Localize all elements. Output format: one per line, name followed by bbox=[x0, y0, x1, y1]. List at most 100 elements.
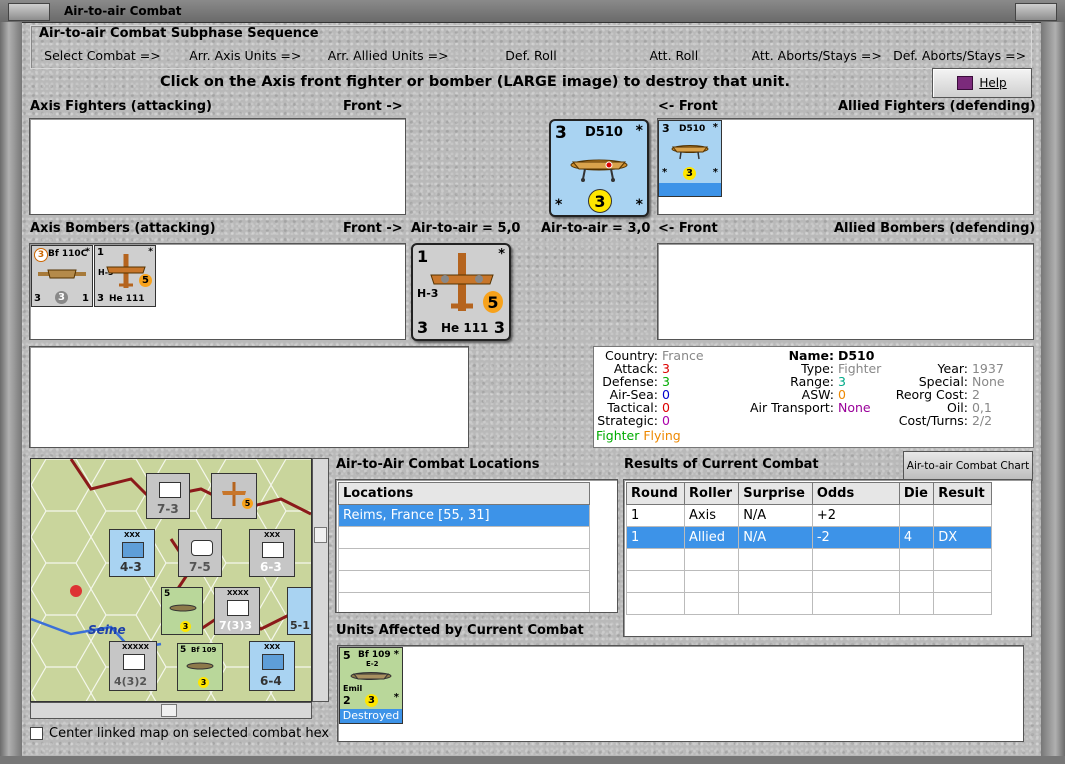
destroyed-status: Destroyed bbox=[340, 709, 402, 723]
air-transport-key: Air Transport: bbox=[749, 400, 834, 415]
counter-star: * bbox=[85, 247, 90, 257]
unit-info-panel: Country: France Attack: 3 Defense: 3 Air… bbox=[593, 346, 1034, 448]
counter-name: Bf 109 bbox=[358, 650, 391, 660]
counter-name: He 111 bbox=[109, 294, 145, 304]
counter-star-br: * bbox=[393, 692, 399, 703]
unit-strength: 4-3 bbox=[120, 560, 142, 574]
results-row[interactable] bbox=[625, 548, 992, 571]
results-header-round: Round bbox=[625, 482, 686, 505]
river-label: Seine bbox=[88, 623, 126, 637]
results-cell: -2 bbox=[811, 526, 900, 549]
axis-air-to-air-value: Air-to-air = 5,0 bbox=[411, 221, 521, 236]
step-att-roll: Att. Roll bbox=[649, 48, 699, 63]
counter-top-left: 5 bbox=[343, 649, 351, 662]
allied-fighter-counter-d510[interactable]: 3 D510 * * * 3 bbox=[658, 120, 722, 197]
window-frame-right bbox=[1041, 22, 1065, 764]
counter-selected-bar bbox=[659, 183, 721, 196]
results-row[interactable] bbox=[625, 570, 992, 593]
affected-units-box[interactable] bbox=[337, 645, 1024, 742]
unit-size: XXX bbox=[124, 531, 141, 539]
axis-fighters-box[interactable] bbox=[29, 118, 406, 215]
locations-title: Air-to-Air Combat Locations bbox=[336, 457, 540, 472]
map-air-unit-counter[interactable]: 5 3 bbox=[161, 587, 203, 635]
unit-size: XXXX bbox=[227, 589, 249, 597]
map-unit-counter[interactable]: 7-5 bbox=[178, 529, 222, 577]
map-unit-counter[interactable]: 7-3 bbox=[146, 473, 190, 519]
map-unit-counter[interactable]: XXXXX 4(3)2 bbox=[109, 641, 157, 691]
subphase-steps: Select Combat => Arr. Axis Units => Arr.… bbox=[31, 48, 1031, 63]
help-button[interactable]: Help bbox=[932, 68, 1032, 98]
window-frame-left bbox=[0, 22, 22, 764]
counter-star: * bbox=[498, 247, 505, 262]
window-control-button[interactable] bbox=[1015, 3, 1057, 21]
affected-unit-counter-bf109[interactable]: 5 Bf 109 E-2 * Emil 2 3 * Destroyed bbox=[339, 647, 403, 724]
step-att-aborts: Att. Aborts/Stays => bbox=[751, 48, 882, 63]
title-bar: Air-to-air Combat bbox=[0, 0, 1065, 23]
location-row[interactable] bbox=[338, 526, 590, 549]
map-unit-counter[interactable]: 5-1 bbox=[287, 587, 311, 635]
center-map-checkbox-row[interactable]: Center linked map on selected combat hex bbox=[30, 726, 329, 741]
strategic-key: Strategic: bbox=[597, 413, 658, 428]
infantry-symbol-icon bbox=[122, 542, 144, 558]
location-row[interactable] bbox=[338, 570, 590, 593]
cost-turns-value: 2/2 bbox=[971, 413, 993, 428]
axis-bomber-counter-bf110c[interactable]: 3 Bf 110C * 3 3 1 bbox=[31, 245, 93, 307]
location-row[interactable] bbox=[338, 592, 590, 612]
axis-bomber-counter-he111[interactable]: 1 * H-3 5 3 He 111 bbox=[94, 245, 156, 307]
map-unit-counter[interactable]: XXX 4-3 bbox=[109, 529, 155, 577]
step-def-roll: Def. Roll bbox=[505, 48, 557, 63]
counter-star-bl: * bbox=[662, 167, 668, 178]
allied-front-fighter-counter[interactable]: 3 D510 * * * 3 bbox=[549, 119, 649, 217]
counter-star: * bbox=[393, 649, 399, 660]
infantry-symbol-icon bbox=[159, 482, 181, 498]
fighter-plane-icon bbox=[169, 604, 197, 612]
map-air-unit-counter[interactable]: 5 bbox=[211, 473, 257, 519]
counter-label2: Emil bbox=[343, 684, 363, 693]
map-air-unit-counter[interactable]: 5 Bf 109 3 bbox=[177, 643, 223, 691]
map-unit-counter[interactable]: XXX 6-4 bbox=[249, 641, 295, 691]
results-header-roller: Roller bbox=[684, 482, 740, 505]
counter-top-left: 5 bbox=[164, 589, 171, 599]
unit-strength: 7-5 bbox=[189, 560, 211, 574]
results-header-surprise: Surprise bbox=[738, 482, 813, 505]
counter-top-left: 3 bbox=[662, 122, 670, 135]
unit-strength: 7(3)3 bbox=[219, 619, 253, 632]
fighter-plane-icon bbox=[186, 662, 214, 670]
armor-symbol-icon bbox=[191, 540, 213, 556]
location-row[interactable]: Reims, France [55, 31] bbox=[338, 504, 590, 527]
air-combat-chart-button[interactable]: Air-to-air Combat Chart bbox=[903, 451, 1033, 481]
center-map-checkbox[interactable] bbox=[30, 727, 43, 740]
location-cell bbox=[338, 526, 590, 549]
horizontal-scroll-thumb[interactable] bbox=[161, 704, 177, 717]
counter-name: D510 bbox=[585, 125, 623, 140]
counter-name: Bf 110C bbox=[48, 249, 88, 259]
counter-bottom-right: 3 bbox=[493, 318, 505, 337]
affected-title: Units Affected by Current Combat bbox=[336, 623, 584, 638]
center-map-checkbox-label: Center linked map on selected combat hex bbox=[49, 726, 330, 741]
location-cell: Reims, France [55, 31] bbox=[338, 504, 590, 527]
allied-air-to-air-value: Air-to-air = 3,0 bbox=[541, 221, 651, 236]
allied-bombers-box[interactable] bbox=[657, 243, 1034, 340]
counter-bottom-left: 3 bbox=[97, 293, 104, 304]
vertical-scroll-thumb[interactable] bbox=[314, 527, 327, 543]
locations-list[interactable]: Locations Reims, France [55, 31] bbox=[335, 479, 618, 613]
map-unit-counter[interactable]: XXX 6-3 bbox=[249, 529, 295, 577]
results-cell: DX bbox=[933, 526, 992, 549]
map-vertical-scrollbar[interactable] bbox=[312, 458, 329, 702]
map-horizontal-scrollbar[interactable] bbox=[30, 702, 312, 719]
counter-name: He 111 bbox=[441, 321, 489, 335]
axis-front-bomber-counter[interactable]: 1 * H-3 5 3 He 111 3 bbox=[411, 243, 511, 341]
results-cell bbox=[898, 504, 935, 527]
map-unit-counter[interactable]: XXXX 7(3)3 bbox=[214, 587, 260, 635]
results-row[interactable]: 1 Axis N/A +2 bbox=[625, 504, 992, 527]
location-row[interactable] bbox=[338, 548, 590, 571]
message-box bbox=[29, 346, 469, 448]
results-row[interactable]: 1 Allied N/A -2 4 DX bbox=[625, 526, 992, 549]
counter-star-br: * bbox=[712, 167, 718, 178]
results-list[interactable]: Round Roller Surprise Odds Die Result 1 … bbox=[623, 479, 1032, 637]
results-row[interactable] bbox=[625, 592, 992, 615]
system-menu-button[interactable] bbox=[8, 3, 50, 21]
results-header-die: Die bbox=[898, 482, 935, 505]
linked-map-view[interactable]: Seine 7-3 XXX 4-3 7-5 XXX 6-3 XXXX 7(3)3… bbox=[30, 458, 312, 702]
results-header-result: Result bbox=[933, 482, 992, 505]
